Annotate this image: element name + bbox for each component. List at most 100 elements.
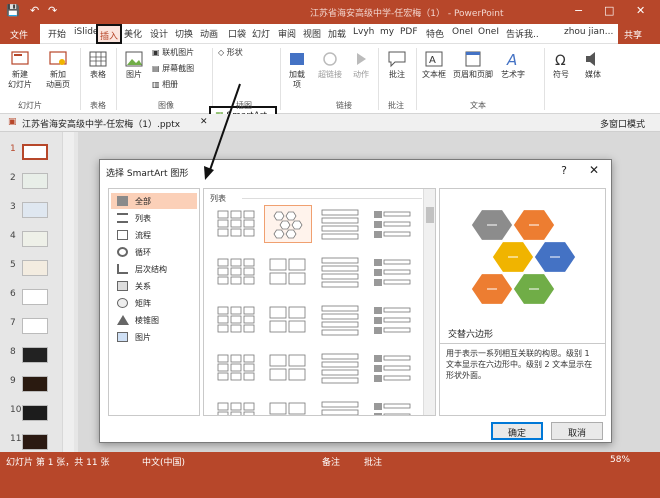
layout-thumbnail[interactable]: [368, 205, 416, 243]
tab-addins[interactable]: 加载: [328, 27, 346, 40]
multi-window-button[interactable]: 多窗口模式: [600, 117, 645, 130]
layout-thumbnail[interactable]: [316, 349, 364, 387]
slide-thumbnail[interactable]: [22, 347, 48, 363]
category-picture[interactable]: 图片: [111, 329, 197, 345]
tab-file[interactable]: 文件: [0, 24, 40, 44]
slide-thumbnail[interactable]: [22, 173, 48, 189]
layout-thumbnail[interactable]: [316, 397, 364, 415]
category-relationship[interactable]: 关系: [111, 278, 197, 294]
gallery-scrollbar[interactable]: [423, 189, 435, 415]
tab-my[interactable]: my: [380, 27, 394, 37]
shapes-button[interactable]: ◇ 形状: [218, 48, 268, 58]
layout-thumbnail[interactable]: [368, 253, 416, 291]
dialog-close-icon[interactable]: ✕: [589, 163, 599, 177]
tab-slideshow[interactable]: 幻灯: [252, 27, 270, 40]
tab-islide[interactable]: iSlide: [74, 27, 98, 37]
category-pyramid[interactable]: 棱锥图: [111, 312, 197, 328]
slide-thumbnail[interactable]: [22, 260, 48, 276]
layout-thumbnail[interactable]: [212, 301, 260, 339]
slide-thumbnail[interactable]: [22, 144, 48, 160]
picture-button[interactable]: 图片: [120, 50, 148, 80]
layout-thumbnail[interactable]: [264, 397, 312, 415]
language-indicator[interactable]: 中文(中国): [142, 455, 185, 468]
symbol-button[interactable]: Ω 符号: [548, 50, 574, 80]
new-anim-button[interactable]: 新加 动画页: [40, 50, 76, 90]
wordart-button[interactable]: A 艺术字: [498, 50, 528, 80]
thumbnail-scrollbar[interactable]: [62, 132, 74, 452]
layout-thumbnail[interactable]: [264, 349, 312, 387]
category-hierarchy[interactable]: 层次结构: [111, 261, 197, 277]
ok-button[interactable]: 确定: [491, 422, 543, 440]
tab-pocket[interactable]: 口袋: [228, 27, 246, 40]
tab-view[interactable]: 视图: [303, 27, 321, 40]
layout-thumbnail[interactable]: [316, 205, 364, 243]
minimize-icon[interactable]: −: [574, 4, 583, 17]
user-name[interactable]: zhou jian...: [564, 27, 613, 37]
slide-thumbnail[interactable]: [22, 405, 48, 421]
category-process[interactable]: 流程: [111, 227, 197, 243]
slide-thumbnail[interactable]: [22, 231, 48, 247]
share-button[interactable]: 共享: [618, 24, 660, 44]
tell-me-box[interactable]: 告诉我..: [506, 27, 539, 40]
slide-thumbnail[interactable]: [22, 289, 48, 305]
slide-thumbnail[interactable]: [22, 376, 48, 392]
comment-button[interactable]: 批注: [382, 50, 412, 80]
tab-beautify[interactable]: 美化: [124, 27, 142, 40]
header-footer-label: 页眉和页脚: [453, 70, 493, 79]
media-button[interactable]: 媒体: [580, 50, 606, 80]
save-icon[interactable]: 💾: [6, 4, 20, 17]
layout-thumbnail[interactable]: [264, 253, 312, 291]
action-button[interactable]: 动作: [348, 50, 374, 80]
slide-number: 1: [10, 144, 16, 154]
tab-home[interactable]: 开始: [48, 27, 66, 40]
slide-thumbnail[interactable]: [22, 318, 48, 334]
layout-thumbnail[interactable]: [368, 349, 416, 387]
layout-thumbnail[interactable]: [212, 253, 260, 291]
maximize-icon[interactable]: □: [604, 4, 614, 17]
close-icon[interactable]: ✕: [636, 4, 645, 17]
zoom-level[interactable]: 58%: [610, 455, 630, 465]
category-matrix[interactable]: 矩阵: [111, 295, 197, 311]
tab-review[interactable]: 审阅: [278, 27, 296, 40]
undo-icon[interactable]: ↶: [30, 4, 39, 17]
header-footer-button[interactable]: 页眉和页脚: [450, 50, 496, 80]
layout-thumbnail[interactable]: [316, 253, 364, 291]
tab-onei-1[interactable]: OneI: [452, 27, 473, 37]
layout-thumbnail[interactable]: [368, 397, 416, 415]
category-cycle[interactable]: 循环: [111, 244, 197, 260]
cancel-button[interactable]: 取消: [551, 422, 603, 440]
close-tab-icon[interactable]: ✕: [200, 117, 208, 127]
layout-thumbnail[interactable]: [212, 397, 260, 415]
tab-lvyh[interactable]: Lvyh: [353, 27, 374, 37]
layout-alternating-hexagons[interactable]: [264, 205, 312, 243]
category-list-item[interactable]: 列表: [111, 210, 197, 226]
online-picture-button[interactable]: ▣ 联机图片: [152, 48, 206, 58]
tab-onei-2[interactable]: OneI: [478, 27, 499, 37]
slide-thumbnail[interactable]: [22, 202, 48, 218]
help-icon[interactable]: ?: [561, 164, 567, 177]
album-button[interactable]: ▥ 相册: [152, 80, 206, 90]
slide-thumbnail[interactable]: [22, 434, 48, 450]
tab-animations[interactable]: 动画: [200, 27, 218, 40]
layout-thumbnail[interactable]: [212, 205, 260, 243]
tab-special[interactable]: 特色: [426, 27, 444, 40]
tab-design[interactable]: 设计: [150, 27, 168, 40]
table-button[interactable]: 表格: [84, 50, 112, 80]
layout-thumbnail[interactable]: [368, 301, 416, 339]
hyperlink-button[interactable]: 超链接: [314, 50, 346, 80]
layout-thumbnail[interactable]: [316, 301, 364, 339]
document-tab[interactable]: 江苏省海安高级中学-任宏梅（1）.pptx: [22, 117, 180, 130]
textbox-button[interactable]: A 文本框: [418, 50, 450, 80]
screenshot-button[interactable]: ▤ 屏幕截图: [152, 64, 212, 74]
addins-button[interactable]: 加载 项: [284, 50, 310, 90]
tab-pdf[interactable]: PDF: [400, 27, 418, 37]
tab-transitions[interactable]: 切换: [175, 27, 193, 40]
notes-button[interactable]: 备注: [322, 455, 340, 468]
category-all[interactable]: 全部: [111, 193, 197, 209]
redo-icon[interactable]: ↷: [48, 4, 57, 17]
tab-insert[interactable]: 插入: [96, 24, 123, 44]
layout-thumbnail[interactable]: [264, 301, 312, 339]
comments-button[interactable]: 批注: [364, 455, 382, 468]
new-slide-button[interactable]: 新建 幻灯片: [2, 50, 38, 90]
layout-thumbnail[interactable]: [212, 349, 260, 387]
